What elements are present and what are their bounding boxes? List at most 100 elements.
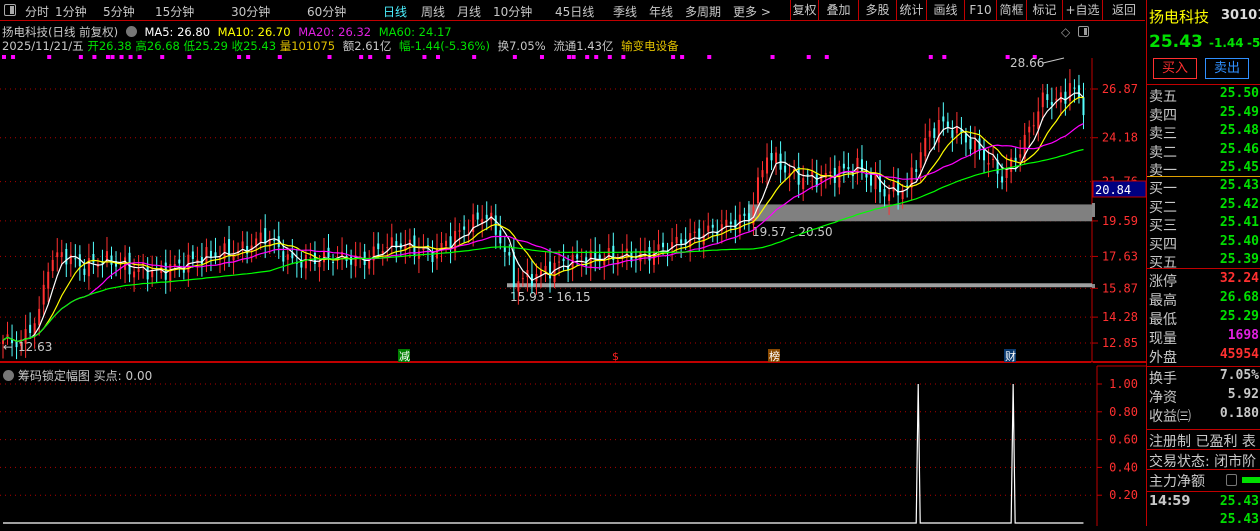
signal-dot [567, 55, 572, 59]
candle-body [607, 248, 610, 259]
candle-body [1005, 168, 1008, 178]
bid-row: 买二 25.42 [1149, 197, 1260, 216]
candle-body [377, 243, 380, 250]
candle-body [327, 247, 330, 258]
candle-body [856, 157, 859, 172]
signal-dot [327, 55, 332, 59]
candle-body [553, 262, 556, 283]
candle-body [264, 228, 267, 244]
candle-body [191, 251, 194, 259]
high-price-label: 28.66 [1010, 56, 1044, 70]
candle-body [1037, 111, 1040, 130]
tick-price: 25.43 [1219, 494, 1259, 509]
bid-value: 25.42 [1219, 196, 1259, 212]
ask-label: 卖一 [1149, 163, 1177, 179]
signal-dot [47, 55, 52, 59]
signal-dot [770, 55, 775, 59]
kline-chart[interactable]: 26.8724.1821.7619.5917.6315.8714.2812.85… [0, 0, 1146, 526]
candle-body [1064, 91, 1067, 104]
stat-label: 最高 [1149, 293, 1177, 309]
candle-body [322, 251, 325, 263]
stat-row: 外盘 45954 [1149, 347, 1260, 366]
bid-label: 买五 [1149, 255, 1177, 271]
high-arrow [1042, 57, 1065, 64]
quote-panel: 扬电科技 301012 25.43 -1.44 -5. 买入 卖出 卖五 25.5… [1146, 0, 1260, 527]
ma60-line [2, 148, 1084, 342]
tick-price: 25.43 [1219, 512, 1259, 527]
candle-body [675, 236, 678, 244]
signal-dot [277, 55, 282, 59]
indicator-dropdown-icon[interactable] [3, 370, 14, 381]
signal-dot [105, 55, 110, 59]
last-price: 25.43 [1149, 32, 1203, 52]
sell-button[interactable]: 卖出 [1205, 58, 1249, 79]
candle-body [282, 251, 285, 262]
main-flow-detail-icon[interactable] [1226, 474, 1237, 486]
candle-body [729, 221, 732, 225]
candle-body [874, 174, 877, 190]
ask-value: 25.46 [1219, 141, 1259, 157]
candle-body [209, 250, 212, 257]
candle-body [919, 152, 922, 168]
candle-body [951, 130, 954, 138]
ask-value: 25.45 [1219, 160, 1259, 175]
candle-body [549, 261, 552, 279]
ask-row: 卖四 25.49 [1149, 105, 1260, 124]
price-tick-label: 12.85 [1102, 336, 1138, 350]
fin-row: 收益㈢ 0.180 [1149, 406, 1260, 425]
signal-dot [707, 55, 712, 59]
ask-label: 卖二 [1149, 144, 1177, 161]
candle-body [915, 169, 918, 172]
candle-body [517, 281, 520, 292]
candle-body [906, 185, 909, 187]
signal-dot [160, 55, 165, 59]
candle-body [241, 241, 244, 249]
signal-dot [671, 55, 676, 59]
event-marker: 榜 [769, 349, 780, 363]
candle-body [83, 268, 86, 275]
ask-label: 卖四 [1149, 107, 1177, 124]
candle-body [747, 213, 750, 221]
candle-body [847, 167, 850, 170]
signal-dot [585, 55, 590, 59]
candle-body [56, 252, 59, 258]
ask-row: 卖二 25.46 [1149, 142, 1260, 161]
candle-body [761, 170, 764, 178]
axis-zone-marker [1092, 203, 1095, 217]
candle-body [883, 189, 886, 197]
stat-value: 32.24 [1219, 271, 1259, 286]
stat-value: 1698 [1227, 328, 1259, 343]
candle-body [476, 212, 479, 220]
candle-body [992, 158, 995, 160]
indicator-value: 买点: 0.00 [93, 369, 153, 383]
tick-row: 25.43 [1149, 512, 1260, 531]
candle-body [503, 246, 506, 253]
candle-body [784, 165, 787, 173]
signal-dot [246, 55, 251, 59]
price-tick-label: 26.87 [1102, 82, 1138, 96]
candle-body [318, 261, 321, 268]
candle-body [485, 214, 488, 219]
candle-body [304, 254, 307, 269]
signal-dot [436, 55, 440, 59]
candle-body [309, 257, 312, 259]
bid-value: 25.39 [1219, 252, 1259, 267]
ask-row: 卖三 25.48 [1149, 123, 1260, 142]
indicator-tick-label: 0.80 [1109, 405, 1138, 419]
candle-body [707, 225, 710, 232]
candle-body [440, 242, 443, 249]
event-marker: 财 [1005, 349, 1016, 363]
signal-dot [11, 55, 16, 59]
candle-body [259, 232, 262, 242]
candle-body [657, 244, 660, 250]
buy-button[interactable]: 买入 [1153, 58, 1197, 79]
candle-body [38, 308, 41, 326]
candle-body [6, 334, 9, 337]
stat-label: 最低 [1149, 312, 1177, 328]
signal-dot [386, 55, 391, 59]
bid-label: 买四 [1149, 236, 1177, 253]
ask-value: 25.49 [1219, 104, 1259, 120]
candle-body [924, 137, 927, 157]
candle-body [983, 149, 986, 161]
candle-body [521, 278, 524, 280]
